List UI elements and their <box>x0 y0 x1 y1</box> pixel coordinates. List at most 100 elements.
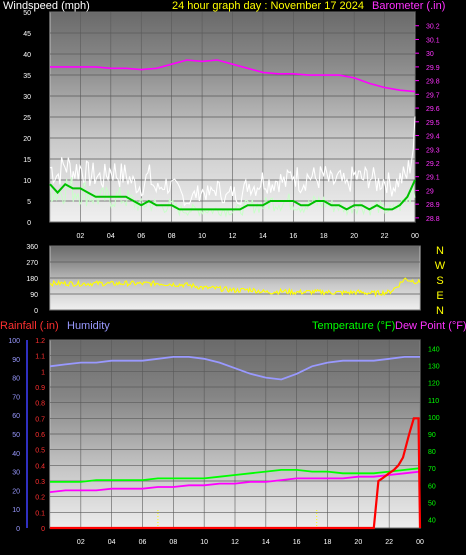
wind-time-tick-label: 14 <box>259 233 267 240</box>
rainfall-tick-label: 0.5 <box>35 448 45 455</box>
direction-tick-label: 180 <box>26 276 38 283</box>
rainfall-tick-label: 0 <box>41 526 45 533</box>
wind-time-tick-label: 16 <box>289 233 297 240</box>
temperature-tick-label: 100 <box>428 415 440 422</box>
barometer-tick-label: 28.9 <box>426 202 440 209</box>
bottom-time-tick-label: 22 <box>385 539 393 546</box>
compass-label: S <box>436 275 443 287</box>
bottom-time-tick-label: 10 <box>200 539 208 546</box>
wind-time-tick-label: 10 <box>198 233 206 240</box>
barometer-tick-label: 28.8 <box>426 216 440 223</box>
rainfall-tick-label: 0.6 <box>35 432 45 439</box>
direction-tick-label: 90 <box>30 292 38 299</box>
compass-label: N <box>436 305 444 317</box>
windspeed-tick-label: 45 <box>23 31 31 38</box>
barometer-tick-label: 29.8 <box>426 79 440 86</box>
humidity-tick-label: 40 <box>12 451 20 458</box>
windspeed-tick-label: 5 <box>27 199 31 206</box>
humidity-tick-label: 20 <box>12 488 20 495</box>
temperature-tick-label: 130 <box>428 364 440 371</box>
barometer-tick-label: 29.4 <box>426 134 440 141</box>
wind-time-tick-label: 00 <box>411 233 419 240</box>
barometer-tick-label: 29.6 <box>426 106 440 113</box>
temperature-tick-label: 110 <box>428 398 439 405</box>
humidity-tick-label: 30 <box>12 470 20 477</box>
rainfall-tick-label: 1 <box>41 369 45 376</box>
rainfall-tick-label: 0.1 <box>35 510 45 517</box>
humidity-tick-label: 10 <box>12 507 20 514</box>
windspeed-tick-label: 20 <box>23 136 31 143</box>
bottom-time-tick-label: 12 <box>231 539 239 546</box>
rainfall-tick-label: 0.2 <box>35 495 45 502</box>
humidity-tick-label: 0 <box>16 526 20 533</box>
wind-time-tick-label: 06 <box>137 233 145 240</box>
barometer-axis-label: Barometer (.in) <box>372 0 446 12</box>
windspeed-tick-label: 30 <box>23 94 31 101</box>
temperature-tick-label: 60 <box>428 483 436 490</box>
direction-tick-label: 270 <box>26 260 38 267</box>
compass-label: W <box>435 260 446 272</box>
rainfall-tick-label: 0.4 <box>35 463 45 470</box>
wind-time-tick-label: 18 <box>320 233 328 240</box>
temperature-tick-label: 80 <box>428 449 436 456</box>
humidity-tick-label: 70 <box>12 394 20 401</box>
compass-label: N <box>436 245 444 257</box>
barometer-tick-label: 29.9 <box>426 65 440 72</box>
compass-label: E <box>436 290 443 302</box>
windspeed-tick-label: 25 <box>23 115 31 122</box>
bottom-time-tick-label: 00 <box>416 539 424 546</box>
temperature-tick-label: 70 <box>428 466 436 473</box>
barometer-tick-label: 30.1 <box>426 37 440 44</box>
wind-time-tick-label: 04 <box>107 233 115 240</box>
barometer-tick-label: 29 <box>426 188 434 195</box>
barometer-tick-label: 29.2 <box>426 161 440 168</box>
rainfall-tick-label: 0.3 <box>35 479 45 486</box>
direction-tick-label: 360 <box>26 244 38 251</box>
barometer-tick-label: 29.3 <box>426 147 440 154</box>
rainfall-tick-label: 1.2 <box>35 338 45 345</box>
wind-time-tick-label: 08 <box>168 233 176 240</box>
windspeed-tick-label: 0 <box>27 220 31 227</box>
windspeed-tick-label: 35 <box>23 73 31 80</box>
humidity-tick-label: 50 <box>12 432 20 439</box>
bottom-time-tick-label: 20 <box>354 539 362 546</box>
temperature-tick-label: 90 <box>428 432 436 439</box>
bottom-time-tick-label: 14 <box>262 539 270 546</box>
bottom-time-tick-label: 16 <box>293 539 301 546</box>
bottom-time-tick-label: 06 <box>139 539 147 546</box>
wind-time-tick-label: 12 <box>229 233 237 240</box>
windspeed-tick-label: 40 <box>23 52 31 59</box>
barometer-tick-label: 29.5 <box>426 120 440 127</box>
temperature-tick-label: 40 <box>428 517 436 524</box>
bottom-time-tick-label: 08 <box>169 539 177 546</box>
bottom-time-tick-label: 18 <box>324 539 332 546</box>
humidity-tick-label: 60 <box>12 413 20 420</box>
humidity-axis-label: Humidity <box>67 320 110 332</box>
barometer-tick-label: 29.1 <box>426 175 440 182</box>
windspeed-tick-label: 15 <box>23 157 31 164</box>
humidity-tick-label: 100 <box>8 338 20 345</box>
rainfall-tick-label: 0.8 <box>35 401 45 408</box>
chart-title: 24 hour graph day : November 17 2024 <box>172 0 365 12</box>
wind-time-tick-label: 02 <box>77 233 85 240</box>
rainfall-axis-label: Rainfall (.in) <box>0 320 59 332</box>
barometer-tick-label: 30 <box>426 51 434 58</box>
barometer-tick-label: 30.2 <box>426 24 440 31</box>
temperature-axis-label: Temperature (°F) <box>312 320 396 332</box>
barometer-tick-label: 29.7 <box>426 92 440 99</box>
temperature-tick-label: 120 <box>428 381 440 388</box>
dewpoint-axis-label: Dew Point (°F) <box>395 320 466 332</box>
wind-time-tick-label: 20 <box>350 233 358 240</box>
bottom-time-tick-label: 02 <box>77 539 85 546</box>
humidity-tick-label: 80 <box>12 376 20 383</box>
rainfall-tick-label: 0.7 <box>35 416 45 423</box>
rainfall-tick-label: 1.1 <box>35 354 45 361</box>
rainfall-tick-label: 0.9 <box>35 385 45 392</box>
direction-tick-label: 0 <box>34 308 38 315</box>
windspeed-axis-label: Windspeed (mph) <box>3 0 90 12</box>
weather-chart: 0510152025303540455028.828.92929.129.229… <box>8 10 446 546</box>
bottom-time-tick-label: 04 <box>108 539 116 546</box>
temperature-tick-label: 50 <box>428 500 436 507</box>
temperature-tick-label: 140 <box>428 347 440 354</box>
wind-time-tick-label: 22 <box>381 233 389 240</box>
